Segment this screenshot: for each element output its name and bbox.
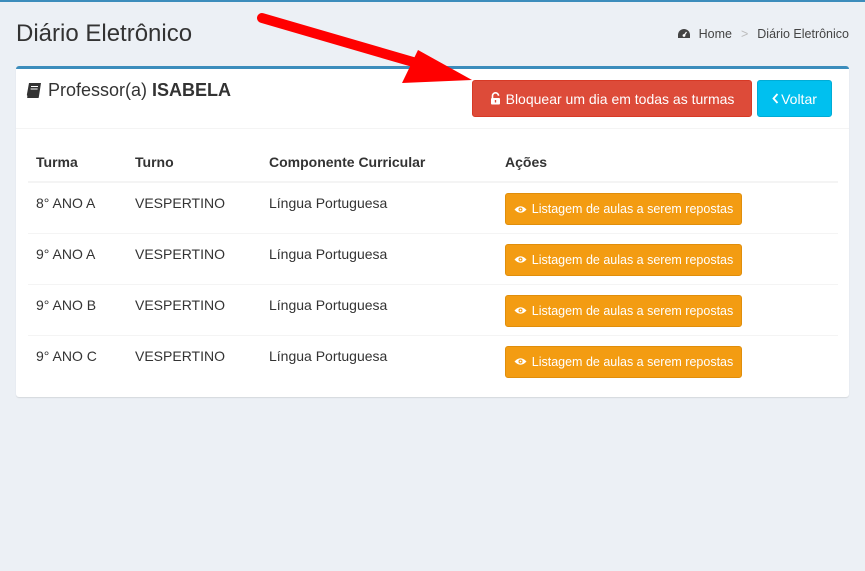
block-day-label: Bloquear um dia em todas as turmas (505, 90, 735, 107)
list-lessons-label: Listagem de aulas a serem repostas (531, 252, 734, 267)
cell-turma: 9° ANO B (28, 283, 127, 335)
list-lessons-label: Listagem de aulas a serem repostas (531, 202, 734, 216)
block-day-button[interactable]: Bloquear um dia em todas as turmas (472, 80, 752, 117)
eye-icon (514, 205, 527, 214)
box-header: Professor(a) ISABELA Bloquear um dia em … (16, 69, 849, 129)
dashboard-icon (677, 29, 690, 38)
cell-turma: 8° ANO A (28, 181, 127, 233)
list-lessons-label: Listagem de aulas a serem repostas (531, 303, 734, 318)
cell-componente: Língua Portuguesa (261, 232, 497, 284)
cell-turno: VESPERTINO (127, 334, 261, 386)
list-lessons-label: Listagem de aulas a serem repostas (531, 354, 734, 369)
eye-icon (514, 306, 527, 315)
content-header: Diário Eletrônico Home > Diário Eletrôni… (0, 2, 865, 66)
eye-icon (514, 255, 527, 264)
cell-turno: VESPERTINO (127, 232, 261, 284)
cell-acoes: Listagem de aulas a serem repostas (497, 181, 838, 233)
table-row: 9° ANO A VESPERTINO Língua Portuguesa Lista… (28, 232, 838, 284)
breadcrumb: Home > Diário Eletrônico (677, 27, 849, 41)
table-row: 9° ANO C VESPERTINO Língua Portuguesa Lista… (28, 334, 838, 386)
table-row: 8° ANO A VESPERTINO Língua Portuguesa Lista… (28, 181, 838, 233)
page-title: Diário Eletrônico (16, 20, 193, 47)
breadcrumb-separator: > (740, 27, 749, 41)
breadcrumb-current: Diário Eletrônico (757, 27, 849, 41)
unlock-icon (490, 92, 501, 105)
eye-icon (514, 357, 527, 366)
list-lessons-button[interactable]: Listagem de aulas a serem repostas (505, 243, 742, 276)
list-lessons-button[interactable]: Listagem de aulas a serem repostas (505, 345, 742, 378)
header-turma: Turma (28, 142, 127, 183)
list-lessons-button[interactable]: Listagem de aulas a serem repostas (505, 294, 742, 327)
book-icon (26, 83, 41, 98)
header-componente: Componente Curricular (261, 142, 497, 183)
back-label: Voltar (781, 90, 817, 107)
table-header-row: Turma Turno Componente Curricular Ações (28, 142, 838, 183)
header-turno: Turno (127, 142, 261, 183)
teacher-box: Professor(a) ISABELA Bloquear um dia em … (16, 66, 849, 397)
breadcrumb-home-link[interactable]: Home (699, 27, 732, 41)
classes-table: Turma Turno Componente Curricular Ações … (28, 142, 838, 386)
professor-prefix: Professor(a) (48, 80, 148, 100)
chevron-left-icon (772, 93, 779, 104)
cell-turma: 9° ANO A (28, 232, 127, 284)
professor-name: ISABELA (152, 80, 232, 100)
back-button[interactable]: Voltar (757, 80, 832, 117)
header-acoes: Ações (497, 142, 838, 183)
cell-componente: Língua Portuguesa (261, 334, 497, 386)
cell-turno: VESPERTINO (127, 283, 261, 335)
box-title: Professor(a) ISABELA (26, 80, 231, 101)
list-lessons-button[interactable]: Listagem de aulas a serem repostas (505, 193, 742, 225)
cell-turma: 9° ANO C (28, 334, 127, 386)
cell-acoes: Listagem de aulas a serem repostas (497, 232, 838, 284)
cell-componente: Língua Portuguesa (261, 283, 497, 335)
cell-turno: VESPERTINO (127, 181, 261, 233)
table-row: 9° ANO B VESPERTINO Língua Portuguesa Lista… (28, 283, 838, 335)
cell-componente: Língua Portuguesa (261, 181, 497, 233)
cell-acoes: Listagem de aulas a serem repostas (497, 283, 838, 335)
cell-acoes: Listagem de aulas a serem repostas (497, 334, 838, 386)
